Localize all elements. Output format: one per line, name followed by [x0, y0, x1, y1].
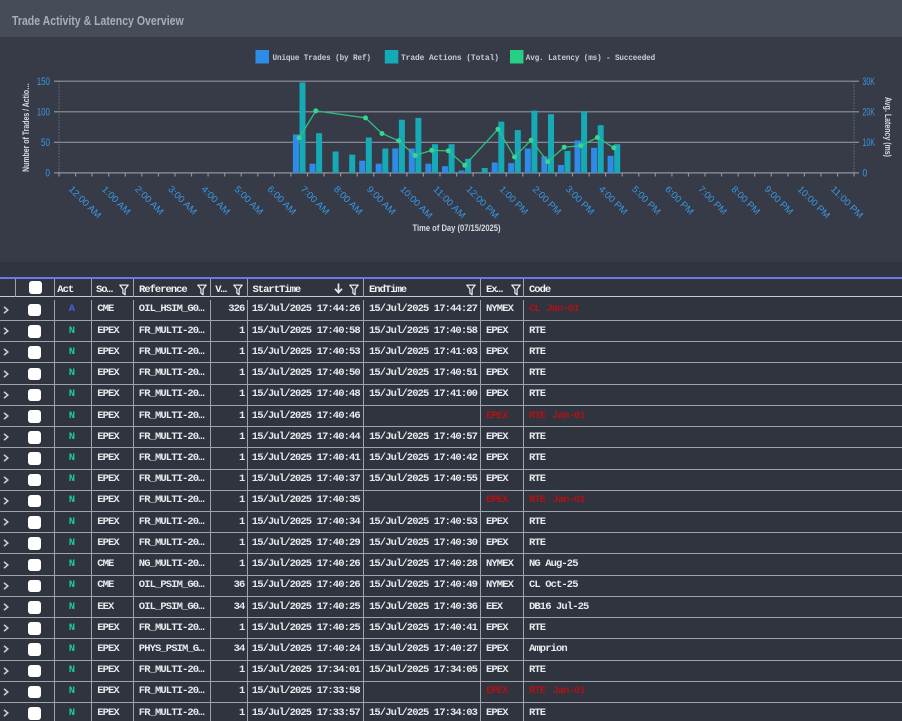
svg-text:11:00 AM: 11:00 AM — [431, 184, 467, 220]
svg-text:7:00 AM: 7:00 AM — [299, 184, 332, 217]
svg-text:8:00 AM: 8:00 AM — [332, 184, 365, 217]
svg-text:6:00 PM: 6:00 PM — [663, 184, 696, 217]
svg-text:150: 150 — [37, 76, 50, 88]
svg-text:12:00 AM: 12:00 AM — [67, 184, 103, 220]
svg-text:Time of Day (07/15/2025): Time of Day (07/15/2025) — [413, 223, 501, 234]
svg-text:7:00 PM: 7:00 PM — [696, 184, 729, 217]
svg-text:Trade Actions (Total): Trade Actions (Total) — [401, 53, 499, 63]
svg-text:11:00 PM: 11:00 PM — [829, 184, 865, 220]
svg-text:Avg. Latency (ms) - Succeeded: Avg. Latency (ms) - Succeeded — [526, 53, 655, 63]
svg-text:1:00 AM: 1:00 AM — [100, 184, 133, 217]
svg-text:Avg. Latency (ms): Avg. Latency (ms) — [882, 97, 893, 157]
svg-text:20K: 20K — [863, 107, 876, 119]
svg-text:9:00 PM: 9:00 PM — [762, 184, 795, 217]
svg-text:10K: 10K — [863, 137, 876, 149]
svg-text:4:00 AM: 4:00 AM — [199, 184, 232, 217]
svg-text:0: 0 — [45, 168, 50, 180]
svg-text:1:00 PM: 1:00 PM — [497, 184, 530, 217]
svg-text:100: 100 — [37, 107, 50, 119]
svg-text:3:00 AM: 3:00 AM — [166, 184, 199, 217]
svg-text:2:00 AM: 2:00 AM — [133, 184, 166, 217]
svg-text:30K: 30K — [863, 76, 876, 88]
svg-text:9:00 AM: 9:00 AM — [365, 184, 398, 217]
svg-text:8:00 PM: 8:00 PM — [729, 184, 762, 217]
svg-text:5:00 AM: 5:00 AM — [232, 184, 265, 217]
svg-text:3:00 PM: 3:00 PM — [564, 184, 597, 217]
svg-text:10:00 PM: 10:00 PM — [796, 184, 832, 220]
svg-text:2:00 PM: 2:00 PM — [531, 184, 564, 217]
svg-text:50: 50 — [41, 137, 50, 149]
svg-text:Unique Trades (by Ref): Unique Trades (by Ref) — [273, 53, 371, 63]
svg-text:6:00 AM: 6:00 AM — [265, 184, 298, 217]
svg-text:Number of Trades / Actio…: Number of Trades / Actio… — [21, 83, 32, 172]
svg-text:5:00 PM: 5:00 PM — [630, 184, 663, 217]
svg-text:0: 0 — [863, 168, 868, 180]
svg-text:10:00 AM: 10:00 AM — [398, 184, 434, 220]
svg-text:4:00 PM: 4:00 PM — [597, 184, 630, 217]
svg-text:12:00 PM: 12:00 PM — [464, 184, 500, 220]
